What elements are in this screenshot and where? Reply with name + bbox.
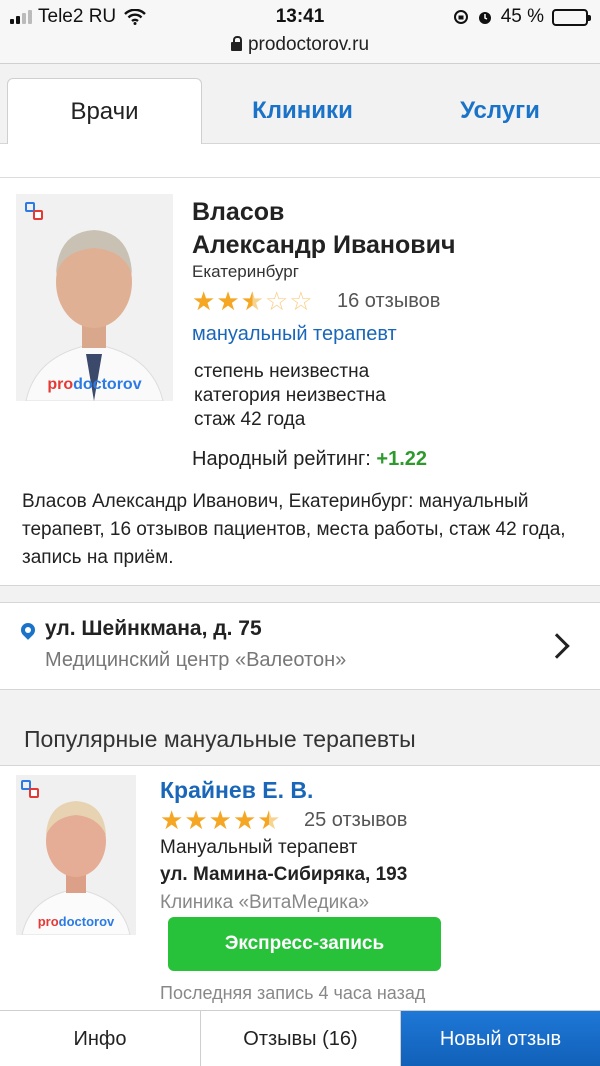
popular-rating: Народный рейтинг: +1.22 xyxy=(192,448,427,471)
popular-doctor-card: prodoctorov Крайнев Е. В. ★ ★ ★ ★ ★ 25 отзыв… xyxy=(0,766,600,1010)
doctor-category: категория неизвестна xyxy=(194,385,386,406)
prodoctorov-logo-icon xyxy=(25,202,47,224)
star-icon: ☆ xyxy=(289,286,313,316)
doctor-photo[interactable]: prodoctorov xyxy=(16,194,173,401)
location-pin-icon xyxy=(18,620,38,640)
doctor-experience: стаж 42 года xyxy=(194,409,306,430)
doctor-degree: степень неизвестна xyxy=(194,361,370,382)
alarm-icon xyxy=(478,12,491,24)
popular-doctor-reviews[interactable]: 25 отзывов xyxy=(304,809,407,832)
doctor-rating-stars: ★ ★ ★ ☆ ☆ xyxy=(192,288,313,314)
status-right: 45 % xyxy=(453,6,591,28)
new-review-button[interactable]: Новый отзыв xyxy=(401,1011,600,1066)
star-icon: ☆ xyxy=(264,286,289,316)
section-tabs: Врачи Клиники Услуги xyxy=(0,64,600,145)
photo-watermark: prodoctorov xyxy=(37,914,115,929)
tab-doctors[interactable]: Врачи xyxy=(7,78,202,145)
tab-services[interactable]: Услуги xyxy=(400,78,600,144)
address-row[interactable]: ул. Шейнкмана, д. 75 Медицинский центр «… xyxy=(0,602,600,690)
star-icon: ★ xyxy=(257,805,281,835)
spacer xyxy=(0,690,600,706)
last-booking-note: Последняя запись 4 часа назад xyxy=(160,983,426,1003)
popular-doctor-name[interactable]: Крайнев Е. В. xyxy=(160,777,313,804)
reviews-button[interactable]: Отзывы (16) xyxy=(201,1011,401,1066)
spacer xyxy=(0,144,600,178)
orientation-lock-icon xyxy=(453,10,468,24)
star-icon: ★ xyxy=(232,805,257,835)
url-bar[interactable]: prodoctorov.ru xyxy=(0,34,600,64)
doctor-surname: Власов xyxy=(192,198,285,226)
star-icon: ★ xyxy=(208,805,232,835)
info-button[interactable]: Инфо xyxy=(0,1011,201,1066)
battery-icon xyxy=(552,8,591,26)
popular-doctor-clinic[interactable]: Клиника «ВитаМедика» xyxy=(160,892,369,914)
doctor-portrait xyxy=(16,194,173,401)
address-clinic: Медицинский центр «Валеотон» xyxy=(45,649,347,671)
status-bar: Tele2 RU 13:41 45 % xyxy=(0,0,600,34)
star-icon: ★ xyxy=(192,286,216,316)
url-text: prodoctorov.ru xyxy=(247,34,370,55)
doctor-city: Екатеринбург xyxy=(192,262,299,281)
popular-rating-label: Народный рейтинг: xyxy=(192,448,371,470)
popular-section-header: Популярные мануальные терапевты xyxy=(0,706,600,766)
lock-icon xyxy=(230,36,242,51)
star-icon: ★ xyxy=(184,805,208,835)
star-icon: ★ xyxy=(216,286,240,316)
chevron-right-icon xyxy=(544,633,570,659)
popular-doctor-street: ул. Мамина-Сибиряка, 193 xyxy=(160,864,408,885)
address-street: ул. Шейнкмана, д. 75 xyxy=(45,617,262,640)
prodoctorov-logo-icon xyxy=(21,780,43,802)
star-icon: ★ xyxy=(240,286,264,316)
popular-section-title: Популярные мануальные терапевты xyxy=(24,726,416,752)
doctor-reviews-count[interactable]: 16 отзывов xyxy=(337,290,440,313)
star-icon: ★ xyxy=(160,805,184,835)
popular-rating-value: +1.22 xyxy=(376,448,428,470)
spacer xyxy=(0,586,600,602)
bottom-action-bar: Инфо Отзывы (16) Новый отзыв xyxy=(0,1010,600,1066)
express-booking-button[interactable]: Экспресс-запись xyxy=(168,917,441,971)
popular-doctor-stars: ★ ★ ★ ★ ★ xyxy=(160,807,281,833)
popular-doctor-photo[interactable]: prodoctorov xyxy=(16,775,136,935)
doctor-given-names: Александр Иванович xyxy=(192,231,456,259)
photo-watermark: prodoctorov xyxy=(47,376,142,393)
doctor-card: prodoctorov Власов Александр Иванович Ек… xyxy=(0,178,600,586)
doctor-description: Власов Александр Иванович, Екатеринбург:… xyxy=(22,491,566,568)
tab-clinics[interactable]: Клиники xyxy=(210,78,395,144)
battery-percent: 45 % xyxy=(500,6,544,27)
popular-doctor-specialty: Мануальный терапевт xyxy=(160,837,358,858)
doctor-specialty-link[interactable]: мануальный терапевт xyxy=(192,323,397,346)
doctor-name: Власов Александр Иванович xyxy=(192,196,592,262)
